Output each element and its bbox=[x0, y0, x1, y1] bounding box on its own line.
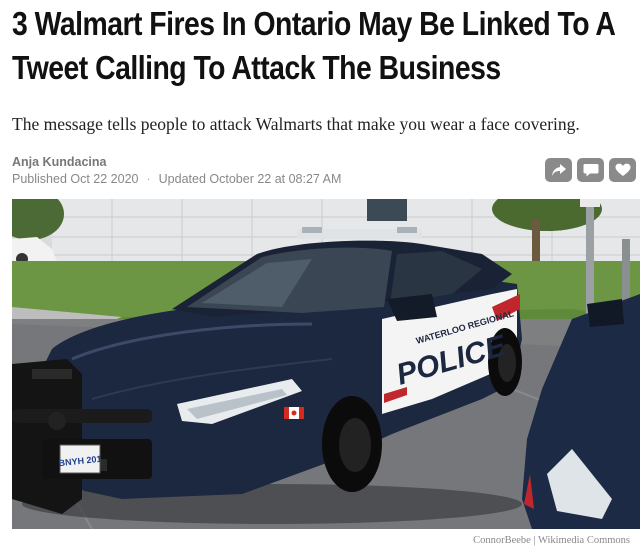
author-name[interactable]: Anja Kundacina bbox=[12, 155, 106, 169]
published-date: Published Oct 22 2020 bbox=[12, 172, 139, 186]
heart-icon bbox=[615, 163, 630, 176]
article-dek: The message tells people to attack Walma… bbox=[12, 114, 580, 134]
share-bar bbox=[545, 158, 636, 182]
article-headline: 3 Walmart Fires In Ontario May Be Linked… bbox=[12, 5, 615, 86]
photo-credit: ConnorBeebe | Wikimedia Commons bbox=[473, 535, 630, 546]
comment-icon bbox=[583, 164, 598, 177]
updated-date: Updated October 22 at 08:27 AM bbox=[158, 172, 342, 186]
date-separator: · bbox=[146, 172, 151, 186]
share-icon bbox=[551, 164, 566, 176]
share-button[interactable] bbox=[545, 158, 572, 182]
comment-button[interactable] bbox=[577, 158, 604, 182]
police-car-photo: BNYH 201 WATERLOO REGIONAL POLICE bbox=[12, 199, 640, 529]
article-photo: BNYH 201 WATERLOO REGIONAL POLICE bbox=[12, 199, 640, 529]
like-button[interactable] bbox=[609, 158, 636, 182]
article-dates: Published Oct 22 2020 · Updated October 22… bbox=[12, 172, 341, 186]
